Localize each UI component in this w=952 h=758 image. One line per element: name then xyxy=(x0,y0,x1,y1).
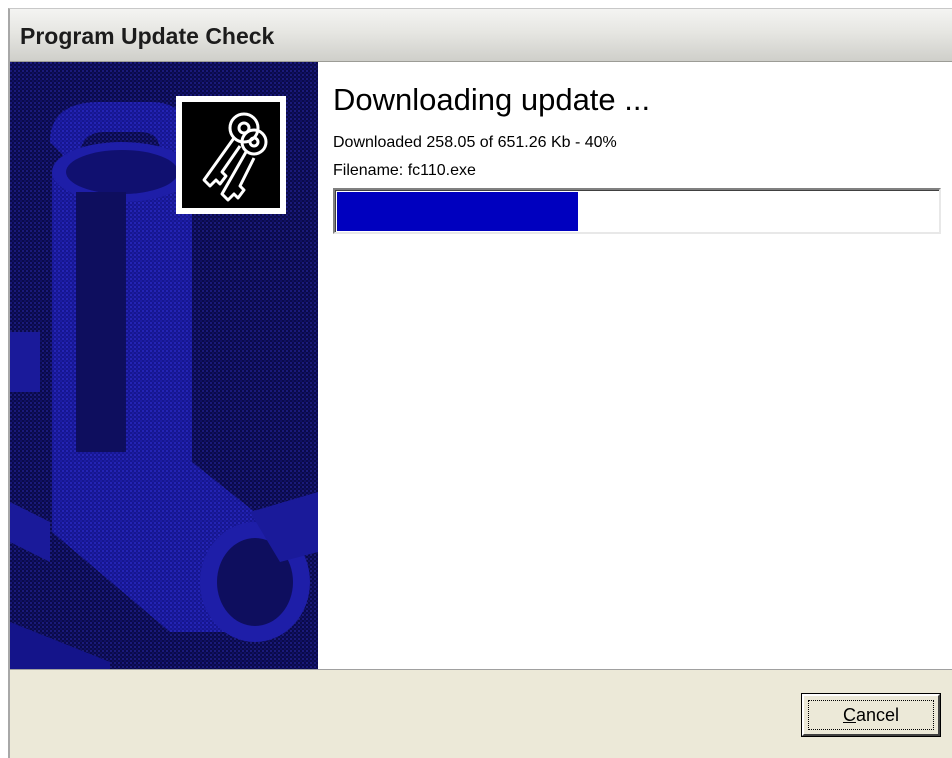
button-area: Cancel xyxy=(10,670,952,758)
cancel-button-label: Cancel xyxy=(843,705,899,726)
banner-panel xyxy=(10,62,318,669)
download-progress-bar xyxy=(333,188,941,234)
progress-fill xyxy=(337,192,579,231)
cancel-mnemonic: C xyxy=(842,704,856,725)
keys-icon-frame xyxy=(176,96,286,214)
cancel-label-rest: ancel xyxy=(855,704,900,725)
window-title: Program Update Check xyxy=(20,23,275,49)
cancel-button[interactable]: Cancel xyxy=(801,693,941,737)
filename-text: Filename: fc110.exe xyxy=(333,162,476,179)
progress-track xyxy=(335,190,939,232)
focus-rectangle: Cancel xyxy=(808,700,934,730)
download-status-text: Downloaded 258.05 of 651.26 Kb - 40% xyxy=(333,134,617,151)
keys-icon xyxy=(182,102,280,208)
update-dialog-window: Program Update Check Downloading update … xyxy=(8,8,952,758)
download-heading: Downloading update ... xyxy=(333,82,651,117)
dialog-content: Downloading update ... Downloaded 258.05… xyxy=(10,62,952,670)
title-bar[interactable]: Program Update Check xyxy=(10,9,952,62)
